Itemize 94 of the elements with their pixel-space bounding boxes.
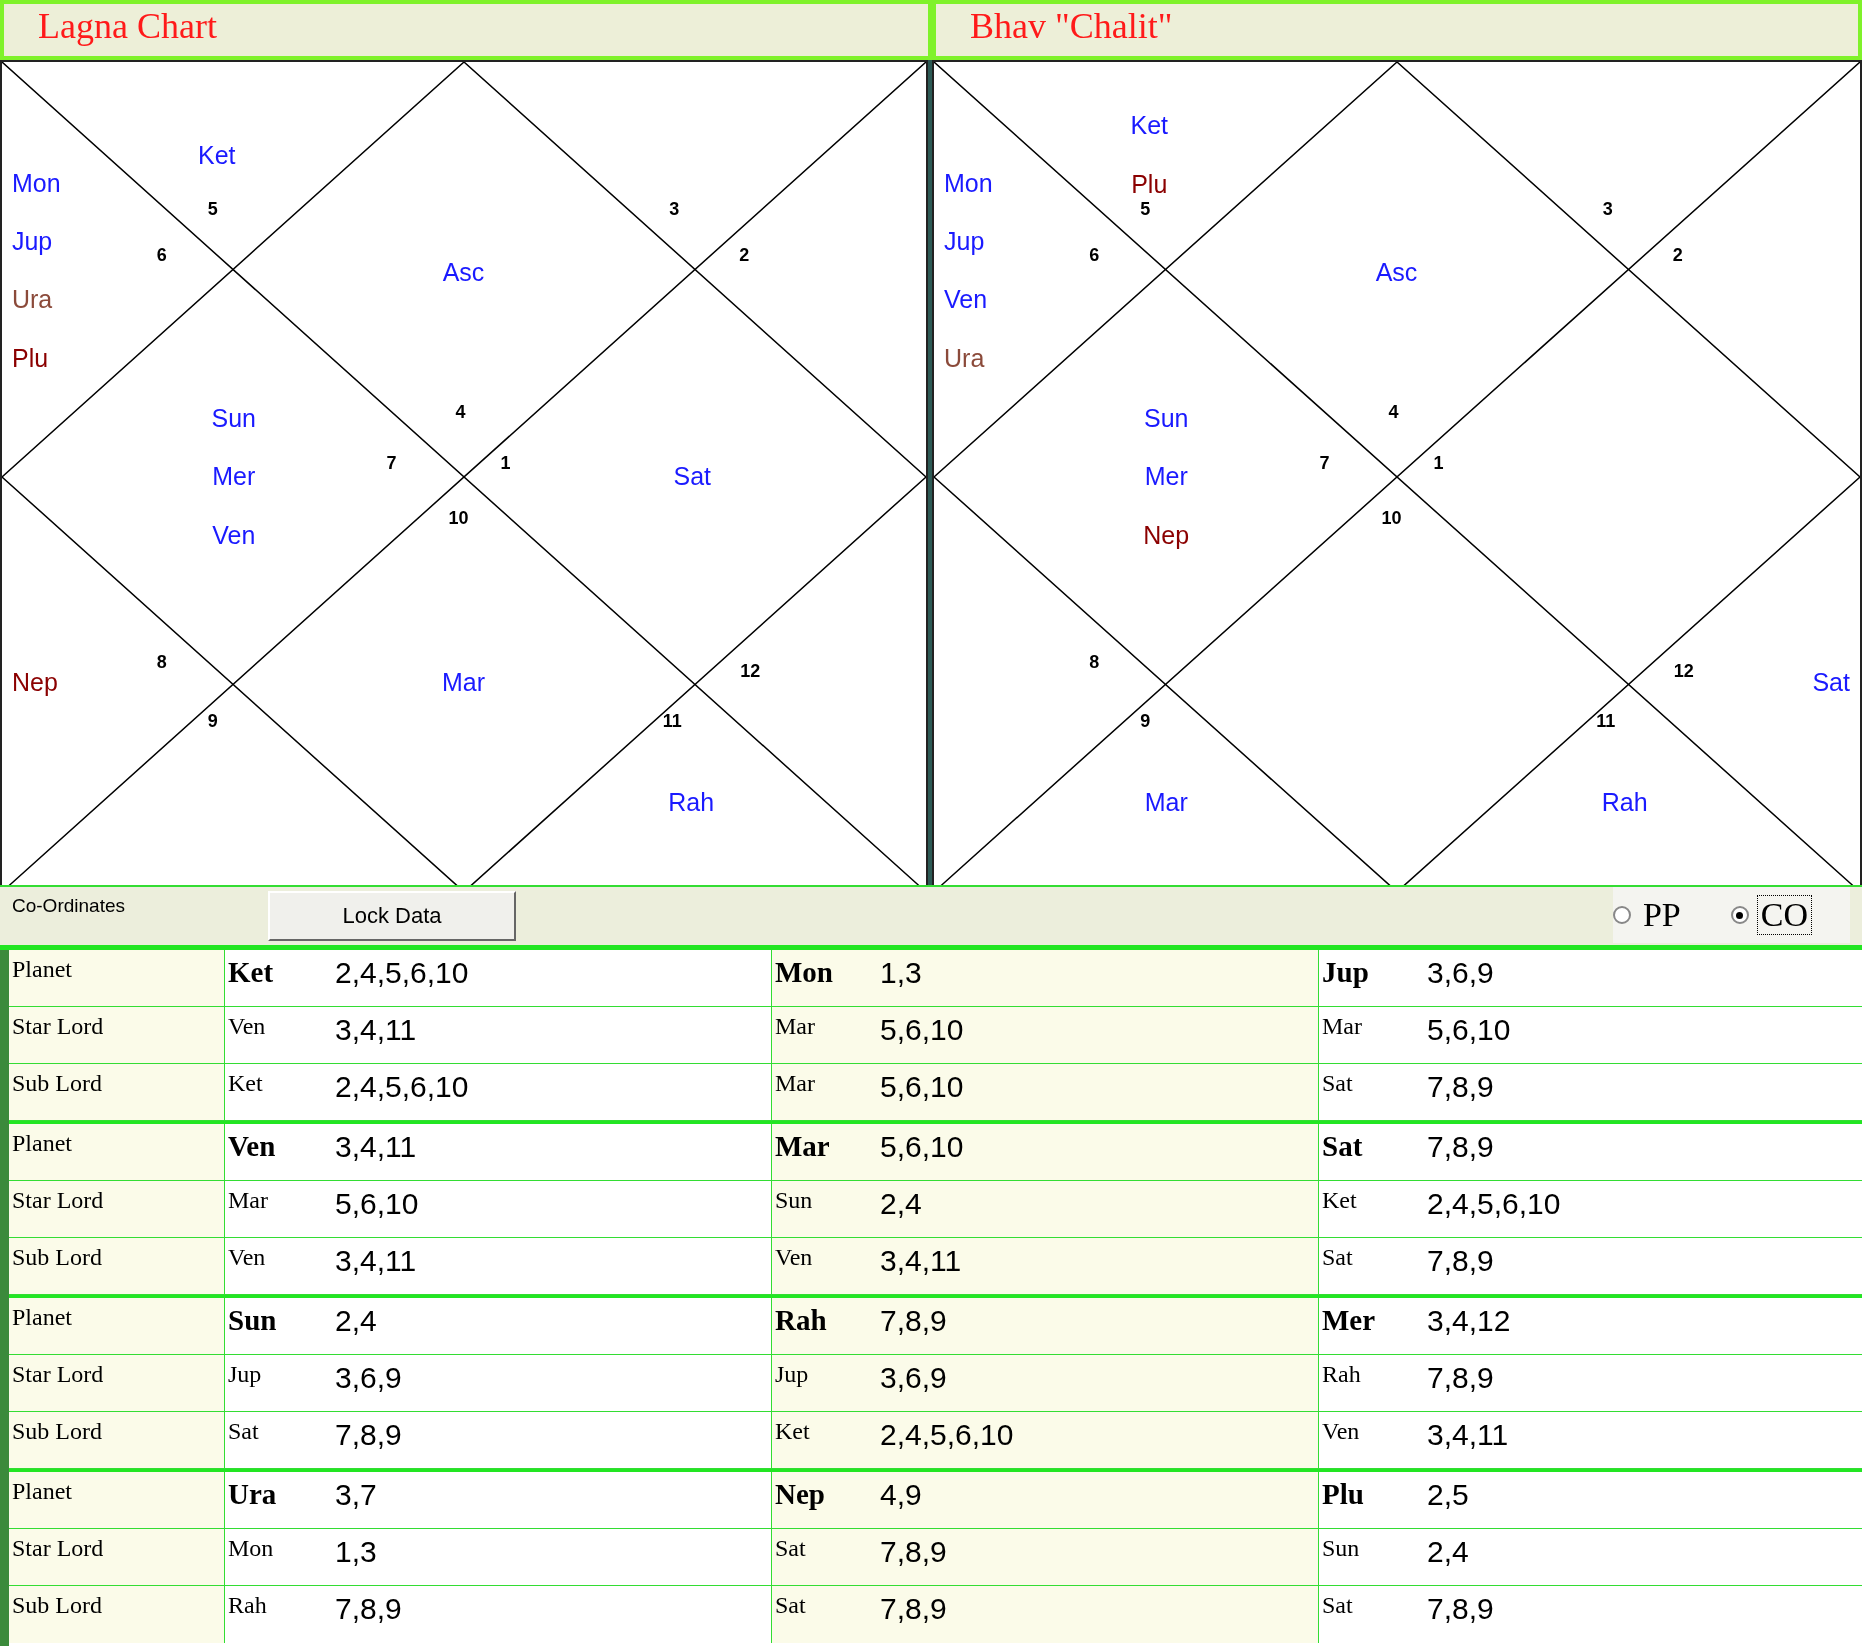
- planet-name-cell: Sat: [772, 1529, 877, 1585]
- planet-label: Jup: [12, 227, 53, 256]
- row-label: Star Lord: [9, 1529, 225, 1585]
- house-number: 5: [207, 198, 218, 219]
- planet-name-cell: Sat: [772, 1586, 877, 1643]
- planet-label: Mer: [212, 462, 256, 491]
- planet-name-cell: Mar: [772, 1124, 877, 1180]
- planet-name-cell: Mar: [772, 1007, 877, 1063]
- house-list-cell: 1,3: [877, 950, 1319, 1006]
- row-label: Star Lord: [9, 1007, 225, 1063]
- radio-label[interactable]: CO: [1756, 895, 1812, 935]
- house-list-cell: 7,8,9: [877, 1529, 1319, 1585]
- house-number: 9: [207, 710, 218, 731]
- house-number: 4: [1388, 402, 1399, 423]
- house-number: 6: [1089, 245, 1100, 266]
- planet-label: Plu: [12, 343, 49, 372]
- radio-button[interactable]: [1730, 906, 1749, 924]
- planet-name-cell: Ven: [772, 1238, 877, 1294]
- house-number: 2: [739, 245, 750, 266]
- house-number: 12: [740, 660, 761, 681]
- planet-label: Sat: [673, 462, 711, 491]
- planet-label: Nep: [12, 667, 58, 696]
- house-number: 8: [1089, 651, 1100, 672]
- planet-label: Asc: [1375, 258, 1418, 287]
- house-number: 8: [156, 651, 167, 672]
- house-number: 1: [1433, 453, 1444, 474]
- house-list-cell: 4,9: [877, 1472, 1319, 1528]
- house-list-cell: 7,8,9: [877, 1298, 1319, 1354]
- planet-label: Ket: [198, 140, 236, 169]
- planet-label: Ket: [1130, 111, 1168, 140]
- house-number: 1: [500, 453, 511, 474]
- house-list-cell: 5,6,10: [877, 1007, 1319, 1063]
- radio-button[interactable]: [1612, 906, 1631, 924]
- planet-name-cell: Sun: [772, 1181, 877, 1237]
- radio-label[interactable]: PP: [1638, 895, 1685, 935]
- lock-data-button[interactable]: Lock Data: [268, 891, 516, 941]
- row-label: Planet: [9, 1298, 225, 1354]
- house-number: 3: [1602, 198, 1613, 219]
- planet-label: Ven: [944, 285, 988, 314]
- row-label: Planet: [9, 1124, 225, 1180]
- house-number: 10: [448, 507, 469, 528]
- house-number: 7: [386, 453, 397, 474]
- house-number: 7: [1319, 453, 1330, 474]
- house-list-cell: 7,8,9: [877, 1586, 1319, 1643]
- house-number: 4: [455, 402, 466, 423]
- house-number: 10: [1381, 507, 1402, 528]
- planet-name-cell: Mon: [772, 950, 877, 1006]
- planet-label: Ven: [212, 520, 256, 549]
- planet-label: Sat: [1812, 667, 1850, 696]
- house-list-cell: 3,4,11: [877, 1238, 1319, 1294]
- row-label: Sub Lord: [9, 1064, 225, 1120]
- planet-label: Rah: [668, 788, 715, 817]
- house-number: 6: [156, 245, 167, 266]
- planet-name-cell: Rah: [772, 1298, 877, 1354]
- planet-label: Nep: [1143, 520, 1190, 549]
- planet-label: Jup: [944, 227, 985, 256]
- house-list-cell: 5,6,10: [877, 1124, 1319, 1180]
- row-label: Star Lord: [9, 1355, 225, 1411]
- planet-label: Rah: [1601, 788, 1648, 817]
- house-number: 2: [1672, 245, 1683, 266]
- planet-name-cell: Mar: [772, 1064, 877, 1120]
- planet-label: Mar: [1144, 788, 1188, 817]
- house-list-cell: 3,6,9: [877, 1355, 1319, 1411]
- row-label: Sub Lord: [9, 1238, 225, 1294]
- row-label: Sub Lord: [9, 1412, 225, 1468]
- house-number: 5: [1140, 198, 1151, 219]
- house-list-cell: 2,4: [877, 1181, 1319, 1237]
- house-number: 11: [1596, 710, 1616, 731]
- planet-name-cell: Jup: [772, 1355, 877, 1411]
- planet-label: Mer: [1144, 462, 1188, 491]
- planet-label: Asc: [442, 258, 485, 287]
- house-number: 3: [669, 198, 680, 219]
- planet-label: Sun: [211, 404, 256, 433]
- house-list-cell: 5,6,10: [877, 1064, 1319, 1120]
- planet-label: Ura: [944, 343, 985, 372]
- planet-label: Plu: [1131, 169, 1168, 198]
- planet-name-cell: Nep: [772, 1472, 877, 1528]
- chart-title: Bhav "Chalit": [932, 0, 1862, 60]
- row-label: Planet: [9, 1472, 225, 1528]
- row-label: Star Lord: [9, 1181, 225, 1237]
- row-label: Sub Lord: [9, 1586, 225, 1643]
- planet-label: Mar: [442, 667, 485, 696]
- house-number: 11: [662, 710, 682, 731]
- planet-label: Mon: [12, 168, 61, 197]
- house-number: 12: [1673, 660, 1694, 681]
- planet-label: Sun: [1144, 404, 1189, 433]
- chart-title: Lagna Chart: [0, 0, 932, 60]
- coordinates-label: Co-Ordinates: [12, 895, 126, 917]
- planet-label: Mon: [944, 168, 993, 197]
- planet-name-cell: Ket: [772, 1412, 877, 1468]
- row-label: Planet: [9, 950, 225, 1006]
- house-list-cell: 2,4,5,6,10: [877, 1412, 1319, 1468]
- planet-label: Ura: [12, 285, 53, 314]
- house-number: 9: [1140, 710, 1151, 731]
